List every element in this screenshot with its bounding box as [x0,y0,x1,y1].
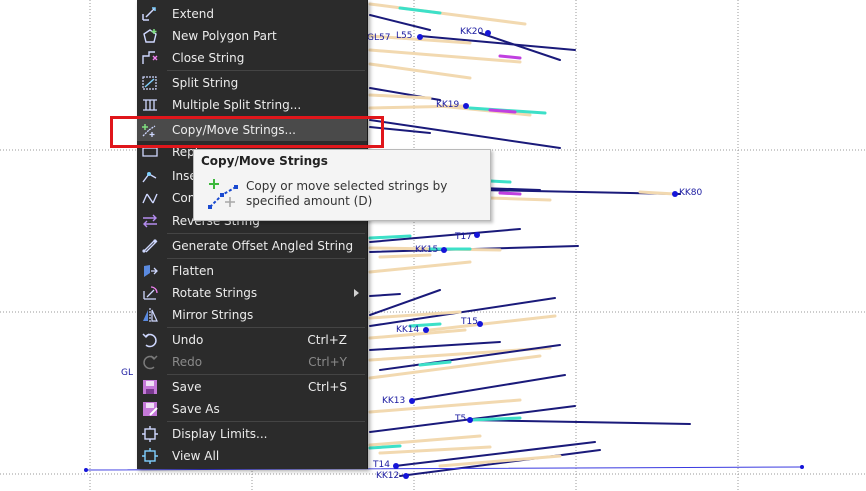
submenu-arrow-icon [354,289,359,297]
menu-item-undo[interactable]: Undo Ctrl+Z [137,329,367,351]
rotate-icon [143,286,158,300]
display-limits-icon [142,426,158,442]
point-label-kk15: KK15 [415,245,439,255]
multi-split-icon [143,99,157,111]
point-label-kk80: KK80 [679,188,703,198]
menu-item-generate-offset-angled-string[interactable]: Generate Offset Angled String [137,235,367,257]
point-label-t17: T17 [455,232,472,242]
menu-item-display-limits[interactable]: Display Limits... [137,423,367,445]
tooltip-title: Copy/Move Strings [201,154,328,168]
point-label-kk13: KK13 [382,396,406,406]
view-all-icon [142,448,158,464]
highlight-box [110,116,384,148]
menu-item-save[interactable]: Save Ctrl+S [137,376,367,398]
point-label-kk20: KK20 [460,27,484,37]
menu-item-redo[interactable]: Redo Ctrl+Y [137,351,367,373]
undo-icon [142,333,157,348]
save-icon [143,380,157,394]
menu-item-rotate-strings[interactable]: Rotate Strings [137,282,367,304]
menu-separator [167,233,365,234]
point-label-kk14: KK14 [396,325,420,335]
menu-separator [167,374,365,375]
connect-icon [142,193,158,204]
menu-item-flatten[interactable]: Flatten [137,260,367,282]
mirror-icon [143,308,158,322]
tooltip: Copy/Move Strings Copy or move selected … [193,149,491,221]
menu-separator [167,327,365,328]
extend-icon [142,7,156,21]
menu-item-extend[interactable]: Extend [137,3,367,25]
tooltip-description: Copy or move selected strings by specifi… [246,179,448,208]
point-label-t14: T14 [373,460,390,470]
menu-separator [167,421,365,422]
reverse-icon [143,214,157,228]
redo-icon [143,355,158,370]
menu-item-close-string[interactable]: Close String [137,47,367,69]
menu-item-multiple-split-string[interactable]: Multiple Split String... [137,94,367,116]
point-label-gl: GL [121,368,133,378]
close-string-icon [142,51,158,64]
context-menu: Extend New Polygon Part Close String Spl… [137,0,368,469]
menu-item-view-all[interactable]: View All [137,445,367,467]
copy-move-icon [208,179,238,209]
flatten-icon [144,265,158,277]
split-string-icon [142,76,157,90]
menu-item-save-as[interactable]: Save As [137,398,367,420]
menu-item-new-polygon-part[interactable]: New Polygon Part [137,25,367,47]
menu-item-mirror-strings[interactable]: Mirror Strings [137,304,367,326]
save-as-icon [143,402,158,416]
menu-separator [167,258,365,259]
point-label-l55: L55 [396,31,413,41]
point-label-t15: T15 [461,317,478,327]
offset-angled-icon [142,239,158,253]
point-label-t5: T5 [455,414,467,424]
point-label-gl57: GL57 [367,33,391,43]
menu-item-split-string[interactable]: Split String [137,72,367,94]
point-label-kk19: KK19 [436,100,460,110]
polygon-part-icon [143,29,157,43]
insert-icon [142,172,157,183]
menu-separator [167,70,365,71]
point-label-kk12: KK12 [376,471,400,481]
